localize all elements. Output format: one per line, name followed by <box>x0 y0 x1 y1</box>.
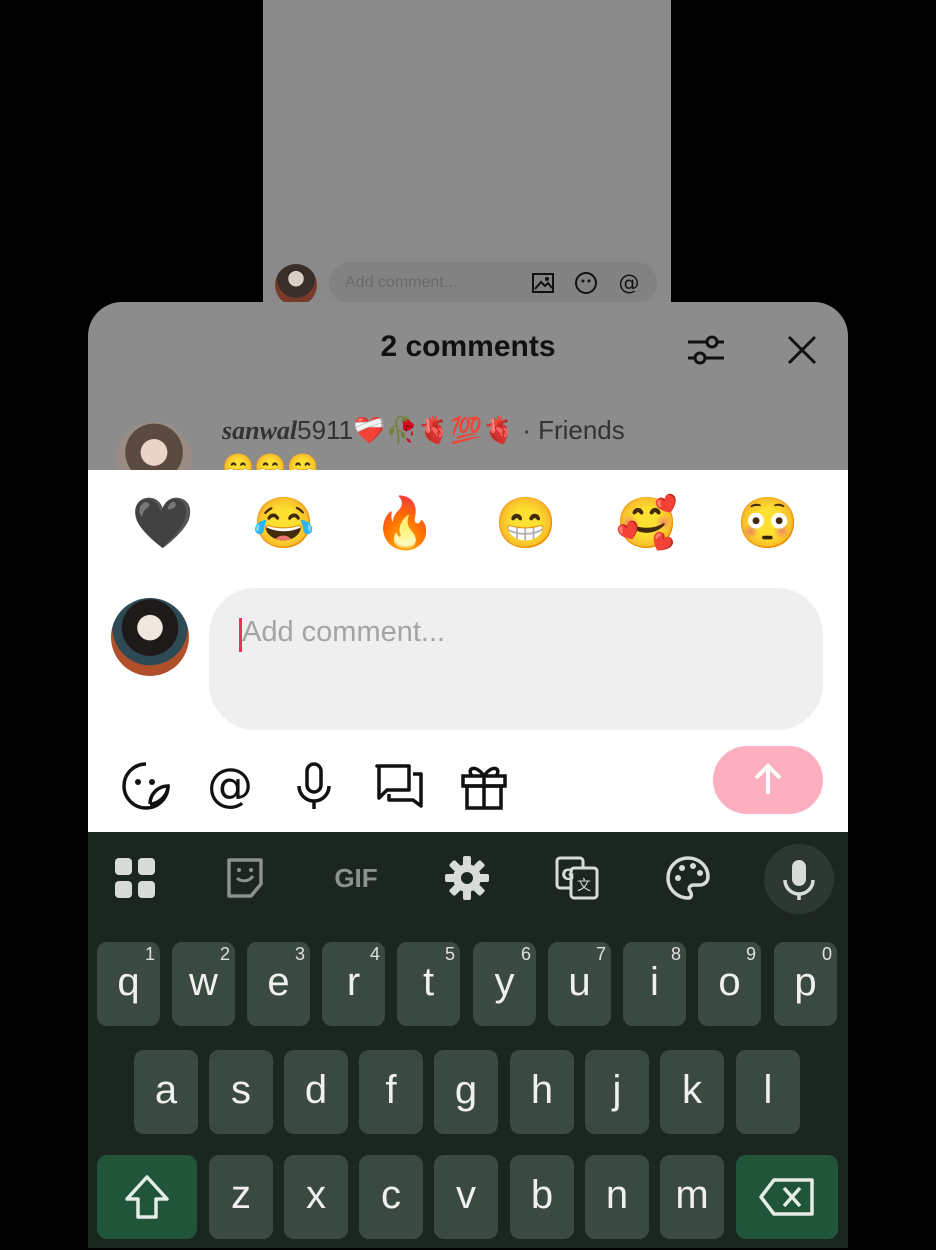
gift-icon[interactable] <box>458 760 510 812</box>
background-comment-placeholder: Add comment... <box>345 274 458 291</box>
comments-sheet-header: 2 comments sanwal5911❤️‍🩹🥀🫀💯🫀 · Friends … <box>88 302 848 472</box>
backspace-key[interactable] <box>736 1155 838 1239</box>
key-p[interactable]: p0 <box>774 942 837 1026</box>
sticker-icon[interactable] <box>221 854 269 902</box>
comment-avatar[interactable] <box>116 422 192 472</box>
key-u[interactable]: u7 <box>548 942 611 1026</box>
shift-arrow-icon <box>125 1175 169 1219</box>
key-a[interactable]: a <box>134 1050 198 1134</box>
arrow-up-icon <box>754 763 782 794</box>
translate-icon[interactable]: G 文 <box>553 854 601 902</box>
mention-icon[interactable]: @ <box>204 760 256 812</box>
voice-input-button[interactable] <box>764 844 834 914</box>
mention-icon: @ <box>619 271 640 295</box>
comment-username[interactable]: sanwal5911❤️‍🩹🥀🫀💯🫀 · Friends <box>222 415 625 446</box>
svg-text:G: G <box>561 865 574 884</box>
key-l[interactable]: l <box>736 1050 800 1134</box>
svg-text:@: @ <box>619 271 640 295</box>
key-s[interactable]: s <box>209 1050 273 1134</box>
quick-emoji-bar: 🖤 😂 🔥 😁 🥰 😳 <box>88 488 848 558</box>
apps-grid-icon[interactable] <box>111 854 159 902</box>
key-e[interactable]: e3 <box>247 942 310 1026</box>
send-button[interactable] <box>713 746 823 814</box>
quick-emoji-hearts-face[interactable]: 🥰 <box>612 488 682 558</box>
key-r[interactable]: r4 <box>322 942 385 1026</box>
settings-gear-icon[interactable] <box>443 854 491 902</box>
video-background <box>263 0 671 302</box>
key-g[interactable]: g <box>434 1050 498 1134</box>
key-n[interactable]: n <box>585 1155 649 1239</box>
key-x[interactable]: x <box>284 1155 348 1239</box>
sticker-icon <box>575 272 597 294</box>
key-d[interactable]: d <box>284 1050 348 1134</box>
key-f[interactable]: f <box>359 1050 423 1134</box>
quick-emoji-laughing[interactable]: 😂 <box>249 488 319 558</box>
filter-icon[interactable] <box>686 330 726 370</box>
quick-emoji-grin[interactable]: 😁 <box>491 488 561 558</box>
comment-input-placeholder: Add comment... <box>242 616 446 648</box>
key-b[interactable]: b <box>510 1155 574 1239</box>
background-comment-input: Add comment... @ <box>329 262 657 304</box>
friends-label: · Friends <box>522 415 625 445</box>
chat-icon[interactable] <box>373 760 425 812</box>
sticker-icon[interactable] <box>120 760 172 812</box>
comment-text: 😁😁😁 <box>222 452 320 472</box>
key-o[interactable]: o9 <box>698 942 761 1026</box>
key-j[interactable]: j <box>585 1050 649 1134</box>
svg-text:文: 文 <box>577 878 591 894</box>
key-t[interactable]: t5 <box>397 942 460 1026</box>
key-m[interactable]: m <box>660 1155 724 1239</box>
comment-input[interactable] <box>209 588 823 730</box>
comments-count-title: 2 comments <box>380 330 556 363</box>
key-v[interactable]: v <box>434 1155 498 1239</box>
key-k[interactable]: k <box>660 1050 724 1134</box>
quick-emoji-black-heart[interactable]: 🖤 <box>128 488 198 558</box>
key-q[interactable]: q1 <box>97 942 160 1026</box>
key-y[interactable]: y6 <box>473 942 536 1026</box>
microphone-icon <box>783 860 815 900</box>
image-icon <box>532 273 554 293</box>
svg-text:@: @ <box>207 760 253 812</box>
close-icon[interactable] <box>784 332 820 368</box>
quick-emoji-flushed[interactable]: 😳 <box>733 488 803 558</box>
key-h[interactable]: h <box>510 1050 574 1134</box>
theme-palette-icon[interactable] <box>664 854 712 902</box>
gif-button[interactable]: GIF <box>330 854 382 902</box>
keyboard: GIF G 文 q1 w2 e3 r4 t5 y6 u7 i8 o9 p0 a … <box>88 832 848 1248</box>
background-comment-bar: Add comment... @ <box>263 262 671 306</box>
key-w[interactable]: w2 <box>172 942 235 1026</box>
background-avatar <box>275 264 317 306</box>
key-z[interactable]: z <box>209 1155 273 1239</box>
key-i[interactable]: i8 <box>623 942 686 1026</box>
shift-key[interactable] <box>97 1155 197 1239</box>
reply-panel: 🖤 😂 🔥 😁 🥰 😳 Add comment... @ <box>88 470 848 832</box>
key-c[interactable]: c <box>359 1155 423 1239</box>
quick-emoji-fire[interactable]: 🔥 <box>370 488 440 558</box>
current-user-avatar <box>111 598 189 676</box>
microphone-icon[interactable] <box>288 760 340 812</box>
backspace-icon <box>759 1178 814 1216</box>
